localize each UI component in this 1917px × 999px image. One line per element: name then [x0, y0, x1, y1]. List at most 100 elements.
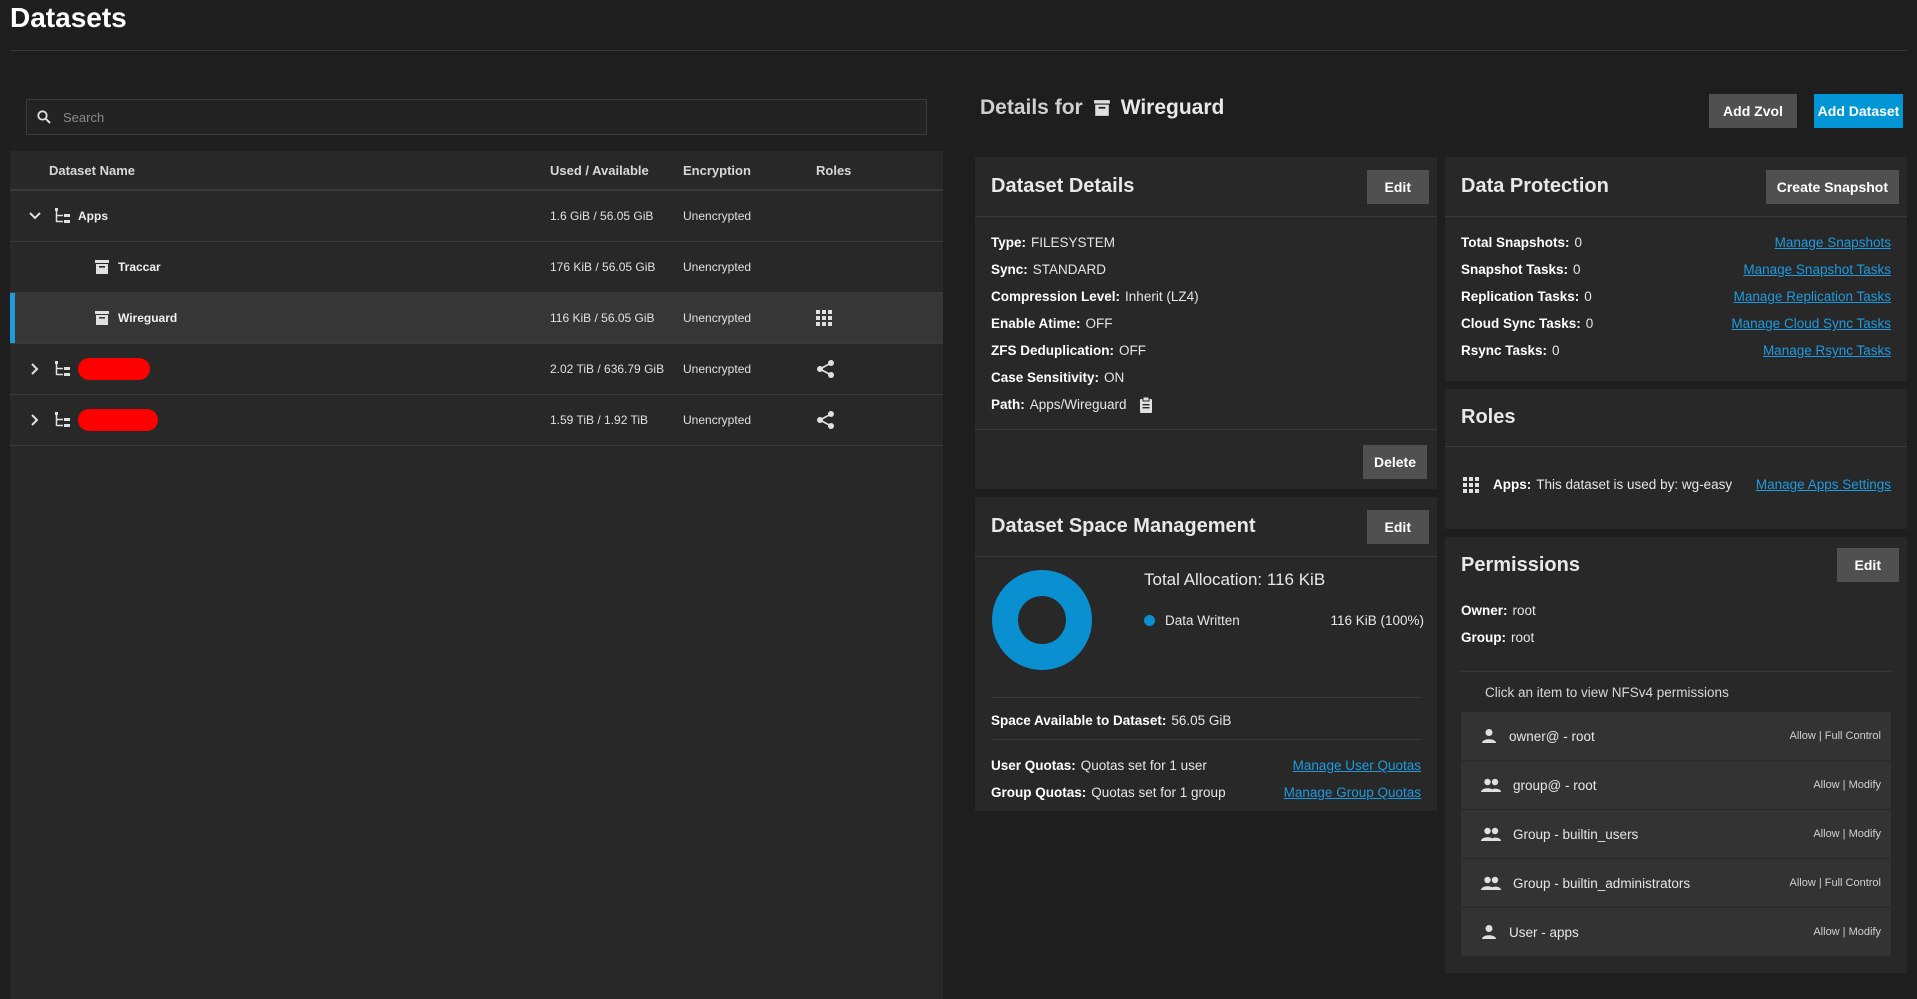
space-available: Space Available to Dataset: 56.05 GiB	[991, 713, 1232, 728]
tree-header: Dataset Name Used / Available Encryption…	[10, 151, 943, 191]
allocation-donut-chart	[992, 570, 1092, 670]
apps-grid-icon	[1463, 476, 1479, 493]
manage-user-quotas-link[interactable]: Manage User Quotas	[1293, 758, 1421, 773]
chevron-down-icon[interactable]	[24, 212, 46, 220]
header-used-available: Used / Available	[550, 162, 649, 178]
roles-card: Roles Apps: This dataset is used by: wg-e…	[1445, 389, 1907, 529]
user-quotas: User Quotas: Quotas set for 1 user Manage…	[991, 758, 1421, 773]
manage-cloud-sync-tasks-link[interactable]: Manage Cloud Sync Tasks	[1731, 316, 1891, 331]
manage-snapshot-tasks-link[interactable]: Manage Snapshot Tasks	[1743, 262, 1891, 277]
cloud-sync-tasks: Cloud Sync Tasks: 0 Manage Cloud Sync Task…	[1461, 316, 1891, 331]
manage-replication-tasks-link[interactable]: Manage Replication Tasks	[1734, 289, 1891, 304]
detail-compression: Compression Level: Inherit (LZ4)	[991, 289, 1199, 304]
header-encryption: Encryption	[683, 162, 751, 178]
dataset-tree-panel: Dataset Name Used / Available Encryption…	[10, 83, 943, 999]
permission-item-builtin-administrators[interactable]: Group - builtin_administrators Allow | F…	[1461, 859, 1891, 907]
detail-type: Type: FILESYSTEM	[991, 235, 1116, 250]
detail-case-sensitivity: Case Sensitivity: ON	[991, 370, 1125, 385]
search-input[interactable]	[63, 109, 926, 125]
roles-apps: Apps: This dataset is used by: wg-easy Ma…	[1463, 471, 1891, 498]
manage-snapshots-link[interactable]: Manage Snapshots	[1775, 235, 1891, 250]
dataset-name: Traccar	[118, 260, 161, 274]
chevron-right-icon[interactable]	[24, 414, 46, 426]
dataset-encryption: Unencrypted	[683, 260, 752, 274]
share-icon	[817, 360, 834, 378]
permissions-card: Permissions Edit Owner: root Group: root C…	[1445, 537, 1907, 973]
add-zvol-button[interactable]: Add Zvol	[1709, 94, 1797, 128]
redacted-name	[78, 358, 150, 380]
permission-item-builtin-users[interactable]: Group - builtin_users Allow | Modify	[1461, 810, 1891, 858]
dataset-used: 116 KiB / 56.05 GiB	[550, 311, 655, 325]
create-snapshot-button[interactable]: Create Snapshot	[1765, 169, 1899, 204]
permission-item-group-root[interactable]: group@ - root Allow | Modify	[1461, 761, 1891, 809]
snapshot-tasks: Snapshot Tasks: 0 Manage Snapshot Tasks	[1461, 262, 1891, 277]
tree-row-wireguard[interactable]: Wireguard 116 KiB / 56.05 GiB Unencrypte…	[10, 293, 943, 344]
dataset-details-card: Dataset Details Edit Type: FILESYSTEM Syn…	[975, 157, 1437, 489]
dataset-encryption: Unencrypted	[683, 413, 752, 427]
edit-permissions-button[interactable]: Edit	[1836, 548, 1899, 582]
clipboard-icon[interactable]	[1139, 396, 1153, 413]
permission-item-user-apps[interactable]: User - apps Allow | Modify	[1461, 908, 1891, 956]
chevron-right-icon[interactable]	[24, 363, 46, 375]
redacted-name	[78, 409, 158, 431]
add-dataset-button[interactable]: Add Dataset	[1814, 94, 1903, 128]
dataset-encryption: Unencrypted	[683, 362, 752, 376]
detail-dedup: ZFS Deduplication: OFF	[991, 343, 1146, 358]
dataset-used: 176 KiB / 56.05 GiB	[550, 260, 656, 274]
delete-dataset-button[interactable]: Delete	[1362, 445, 1427, 479]
page-title: Datasets	[10, 2, 127, 33]
permission-item-owner-root[interactable]: owner@ - root Allow | Full Control	[1461, 712, 1891, 760]
card-title: Dataset Space Management	[991, 515, 1256, 537]
permissions-hint: Click an item to view NFSv4 permissions	[1485, 684, 1729, 700]
card-title: Data Protection	[1461, 175, 1609, 197]
person-icon	[1482, 925, 1496, 939]
tree-row-redacted-1[interactable]: 2.02 TiB / 636.79 GiB Unencrypted	[10, 344, 943, 395]
total-snapshots: Total Snapshots: 0 Manage Snapshots	[1461, 235, 1891, 250]
tree-structure-icon	[55, 412, 70, 427]
title-divider	[10, 50, 1907, 51]
tree-row-traccar[interactable]: Traccar 176 KiB / 56.05 GiB Unencrypted	[10, 242, 943, 293]
manage-rsync-tasks-link[interactable]: Manage Rsync Tasks	[1763, 343, 1891, 358]
header-dataset-name: Dataset Name	[49, 162, 135, 178]
dataset-name: Wireguard	[118, 311, 178, 325]
rsync-tasks: Rsync Tasks: 0 Manage Rsync Tasks	[1461, 343, 1891, 358]
tree-row-redacted-2[interactable]: 1.59 TiB / 1.92 TiB Unencrypted	[10, 395, 943, 446]
dataset-icon	[95, 260, 109, 274]
share-icon	[817, 411, 834, 429]
group-icon	[1481, 827, 1501, 841]
person-icon	[1482, 729, 1496, 743]
permissions-owner: Owner: root	[1461, 603, 1536, 618]
dataset-icon	[95, 311, 109, 325]
search-box[interactable]	[26, 99, 927, 135]
data-protection-card: Data Protection Create Snapshot Total Sn…	[1445, 157, 1907, 381]
apps-grid-icon	[816, 310, 832, 326]
detail-path: Path: Apps/Wireguard	[991, 391, 1421, 418]
legend-data-written: Data Written 116 KiB (100%)	[1144, 613, 1424, 628]
edit-space-button[interactable]: Edit	[1366, 509, 1429, 544]
search-icon	[37, 110, 51, 124]
detail-sync: Sync: STANDARD	[991, 262, 1107, 277]
edit-details-button[interactable]: Edit	[1366, 169, 1429, 204]
dataset-used: 2.02 TiB / 636.79 GiB	[550, 362, 665, 376]
dataset-encryption: Unencrypted	[683, 209, 752, 223]
card-title: Permissions	[1461, 553, 1580, 576]
dataset-used: 1.6 GiB / 56.05 GiB	[550, 209, 654, 223]
details-prefix: Details for	[980, 96, 1083, 119]
search-area	[10, 83, 943, 151]
header-roles: Roles	[816, 162, 852, 178]
legend-dot	[1144, 615, 1155, 626]
group-quotas: Group Quotas: Quotas set for 1 group Mana…	[991, 785, 1421, 800]
detail-atime: Enable Atime: OFF	[991, 316, 1113, 331]
group-icon	[1481, 778, 1501, 792]
tree-structure-icon	[55, 361, 70, 376]
replication-tasks: Replication Tasks: 0 Manage Replication Ta…	[1461, 289, 1891, 304]
manage-group-quotas-link[interactable]: Manage Group Quotas	[1284, 785, 1421, 800]
manage-apps-settings-link[interactable]: Manage Apps Settings	[1756, 477, 1891, 492]
permissions-group: Group: root	[1461, 630, 1535, 645]
card-title: Dataset Details	[991, 175, 1135, 197]
dataset-used: 1.59 TiB / 1.92 TiB	[550, 413, 649, 427]
tree-row-apps[interactable]: Apps 1.6 GiB / 56.05 GiB Unencrypted	[10, 191, 943, 242]
tree-structure-icon	[55, 208, 70, 223]
group-icon	[1481, 876, 1501, 890]
dataset-name: Apps	[78, 209, 108, 223]
